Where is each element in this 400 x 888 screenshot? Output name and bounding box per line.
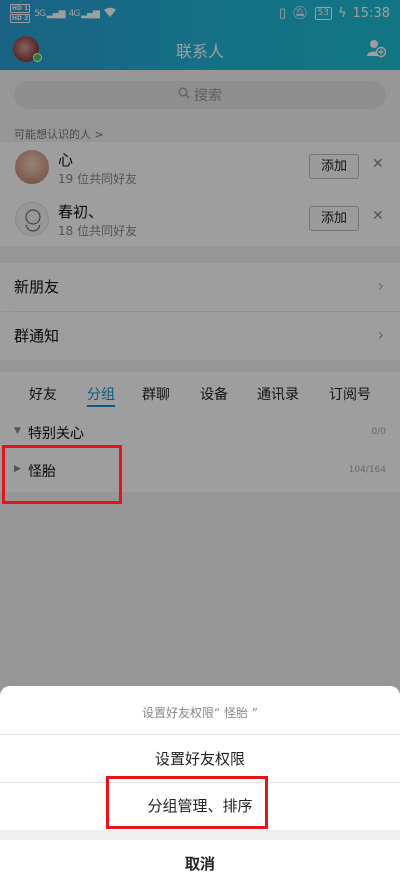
action-sheet-title: 设置好友权限“ 怪胎 ”	[141, 706, 259, 720]
highlight-box	[106, 776, 268, 829]
highlight-box	[2, 445, 122, 504]
divider	[0, 734, 400, 735]
sheet-gap	[0, 830, 400, 840]
cancel-button[interactable]: 取消	[0, 840, 400, 888]
